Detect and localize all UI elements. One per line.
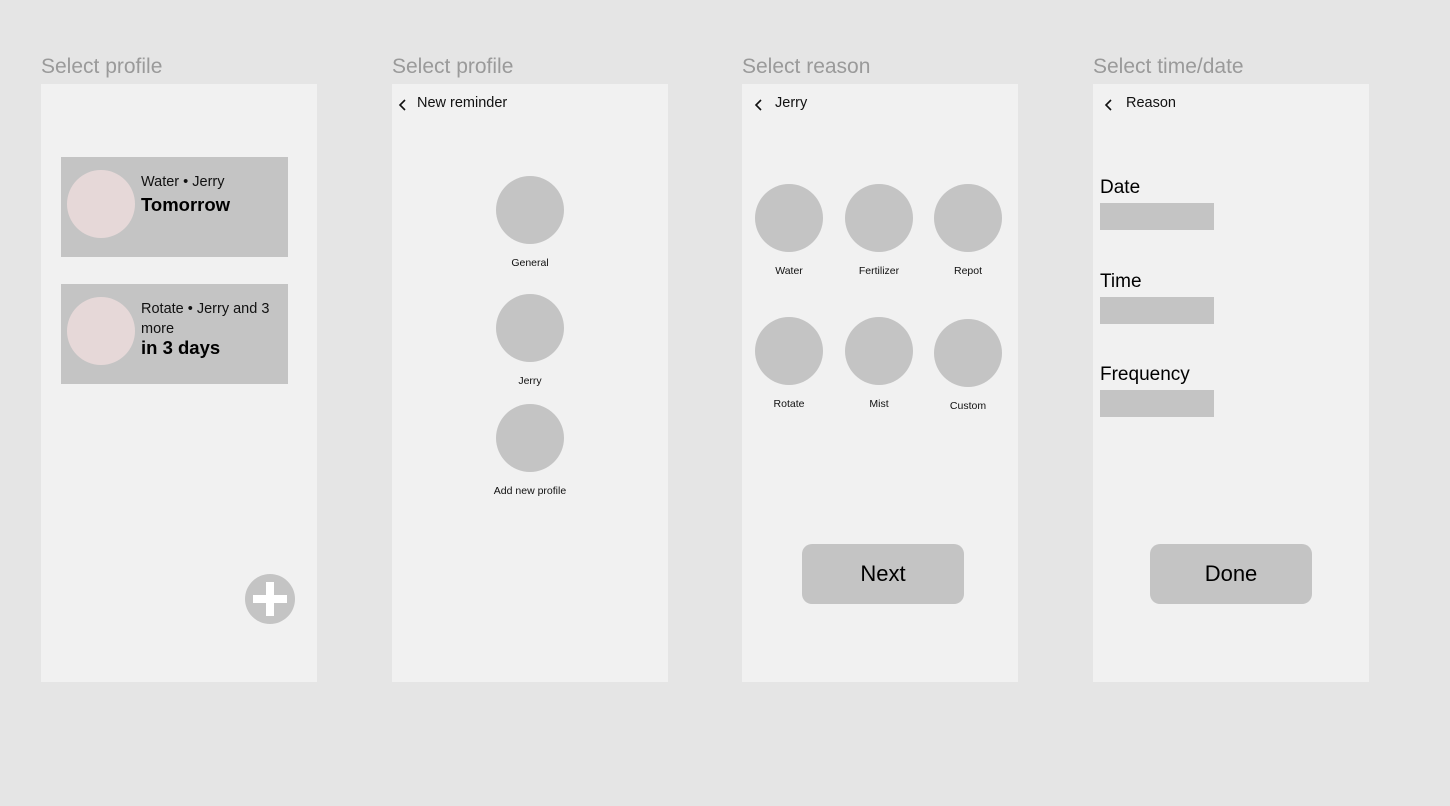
time-label: Time — [1100, 271, 1142, 292]
date-field[interactable] — [1100, 203, 1214, 230]
reason-image — [934, 184, 1002, 252]
reminder-when: in 3 days — [141, 337, 221, 358]
reason-image — [755, 317, 823, 385]
reason-image — [755, 184, 823, 252]
chevron-left-icon[interactable] — [397, 98, 409, 112]
reason-option-rotate[interactable]: Rotate — [744, 317, 834, 410]
reminder-card[interactable]: Rotate • Jerry and 3 more in 3 days — [61, 284, 288, 384]
header-title: New reminder — [417, 95, 508, 111]
option-label: Water — [775, 265, 803, 277]
chevron-left-icon[interactable] — [753, 98, 765, 112]
profile-image — [496, 404, 564, 472]
screen-reminders-list: Water • Jerry Tomorrow Rotate • Jerry an… — [41, 84, 317, 682]
reminder-card[interactable]: Water • Jerry Tomorrow — [61, 157, 288, 257]
reason-option-fertilizer[interactable]: Fertilizer — [834, 184, 924, 277]
reason-option-water[interactable]: Water — [744, 184, 834, 277]
option-label: Rotate — [773, 398, 805, 410]
plus-icon[interactable] — [245, 574, 295, 624]
frame-label-select-reason: Select reason — [742, 55, 871, 78]
reason-option-repot[interactable]: Repot — [923, 184, 1013, 277]
reason-option-mist[interactable]: Mist — [834, 317, 924, 410]
done-button[interactable]: Done — [1150, 544, 1312, 604]
profile-image — [496, 176, 564, 244]
avatar — [67, 170, 135, 238]
frequency-field[interactable] — [1100, 390, 1214, 417]
reminder-subtitle: Water • Jerry — [141, 174, 225, 190]
profile-option-add-new[interactable]: Add new profile — [485, 404, 575, 497]
date-label: Date — [1100, 177, 1141, 198]
option-label: Fertilizer — [858, 265, 900, 277]
screen-select-time-date: Reason Date Time Frequency Done — [1093, 84, 1369, 682]
option-label: General — [511, 257, 549, 269]
canvas: Select profile Water • Jerry Tomorrow Ro… — [0, 0, 1450, 806]
reason-option-custom[interactable]: Custom — [923, 319, 1013, 412]
reminder-subtitle: Rotate • Jerry and 3 more — [141, 301, 270, 337]
reason-image — [845, 317, 913, 385]
time-field[interactable] — [1100, 297, 1214, 324]
reason-image — [845, 184, 913, 252]
reminder-when: Tomorrow — [141, 194, 231, 215]
avatar — [67, 297, 135, 365]
profile-image — [496, 294, 564, 362]
option-label: Custom — [949, 400, 987, 412]
option-label: Add new profile — [493, 485, 567, 497]
frame-label-select-profile-1: Select profile — [41, 55, 163, 78]
profile-option-general[interactable]: General — [485, 176, 575, 269]
header-title: Jerry — [775, 95, 808, 111]
screen-select-reason: Jerry Water Fertilizer Repot Rotate Mist… — [742, 84, 1018, 682]
option-label: Jerry — [518, 375, 542, 387]
screen-select-profile: New reminder General Jerry Add new profi… — [392, 84, 668, 682]
frame-label-select-time-date: Select time/date — [1093, 55, 1244, 78]
frame-label-select-profile-2: Select profile — [392, 55, 514, 78]
chevron-left-icon[interactable] — [1103, 98, 1115, 112]
next-button[interactable]: Next — [802, 544, 964, 604]
header-title: Reason — [1126, 95, 1176, 111]
option-label: Mist — [869, 398, 889, 410]
frequency-label: Frequency — [1100, 364, 1190, 385]
reason-image — [934, 319, 1002, 387]
option-label: Repot — [953, 265, 983, 277]
profile-option-jerry[interactable]: Jerry — [485, 294, 575, 387]
